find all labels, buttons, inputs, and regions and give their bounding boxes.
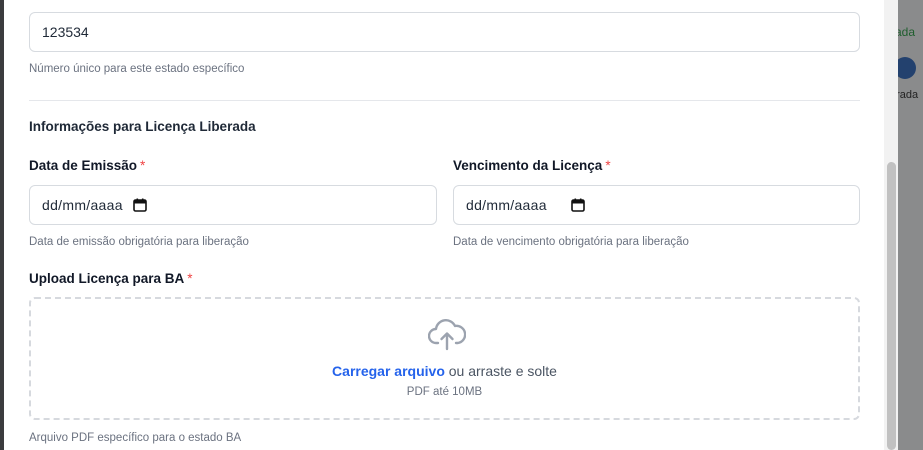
required-mark: * (187, 271, 193, 286)
file-constraint: PDF até 10MB (406, 386, 483, 398)
license-modal: 123534 Número único para este estado esp… (4, 0, 898, 450)
section-title: Informações para Licença Liberada (29, 119, 256, 134)
required-mark: * (140, 158, 146, 173)
emission-date-placeholder: dd/mm/aaaa (42, 197, 123, 213)
emission-date-help: Data de emissão obrigatória para liberaç… (29, 236, 249, 248)
cloud-upload-icon (428, 319, 466, 351)
emission-date-label: Data de Emissão * (29, 158, 145, 173)
state-number-value: 123534 (42, 24, 89, 40)
upload-label-text: Upload Licença para BA (29, 271, 185, 286)
upload-label: Upload Licença para BA * (29, 271, 193, 286)
background-text-1: ada (895, 25, 916, 39)
scrollbar-thumb[interactable] (887, 162, 896, 450)
upload-file-link[interactable]: Carregar arquivo (332, 363, 445, 379)
section-divider (29, 100, 860, 101)
state-number-help: Número único para este estado específico (29, 63, 245, 75)
expiry-date-label: Vencimento da Licença * (453, 158, 611, 173)
upload-dropzone[interactable]: Carregar arquivo ou arraste e solte PDF … (29, 297, 860, 420)
calendar-icon[interactable] (571, 198, 585, 212)
required-mark: * (605, 158, 611, 173)
expiry-date-input[interactable]: dd/mm/aaaa (453, 185, 860, 225)
drag-drop-text: ou arraste e solte (444, 363, 557, 379)
calendar-icon[interactable] (133, 198, 147, 212)
dropzone-instruction: Carregar arquivo ou arraste e solte (31, 363, 858, 379)
expiry-date-placeholder: dd/mm/aaaa (466, 197, 547, 213)
upload-help: Arquivo PDF específico para o estado BA (29, 432, 242, 444)
emission-date-label-text: Data de Emissão (29, 158, 138, 173)
emission-date-input[interactable]: dd/mm/aaaa (29, 185, 437, 225)
expiry-date-help: Data de vencimento obrigatória para libe… (453, 236, 689, 248)
state-number-input[interactable]: 123534 (29, 12, 860, 52)
expiry-date-label-text: Vencimento da Licença (453, 158, 603, 173)
